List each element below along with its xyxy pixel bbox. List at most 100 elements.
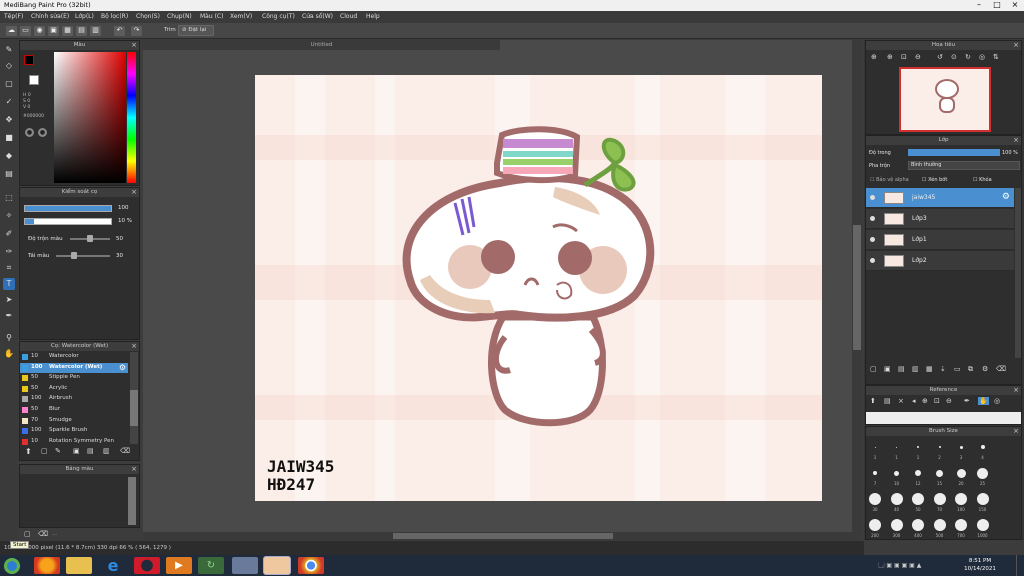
actual-size-icon[interactable]: ⊖ — [915, 53, 921, 61]
fit-icon[interactable]: ⊡ — [901, 53, 907, 61]
gear-icon[interactable]: ⚙ — [119, 363, 126, 372]
brush-size-dot[interactable] — [912, 493, 924, 505]
saturation-value-picker[interactable] — [54, 52, 126, 183]
clock-time[interactable]: 8:51 PM — [960, 558, 1000, 564]
start-button-icon[interactable] — [4, 558, 20, 574]
tray-icons[interactable]: 🗔 ▣ ▣ ▣ ▣ ▲ — [878, 561, 921, 571]
reset-button[interactable]: ⊘ Đặt lại — [178, 25, 214, 36]
brush-size-dot[interactable] — [980, 445, 985, 449]
layer-row[interactable]: jaiw345 ⚙ — [866, 188, 1014, 208]
layers-scrollbar[interactable] — [1015, 188, 1021, 358]
brush-list-item[interactable]: 100 Airbrush — [20, 394, 128, 404]
open-folder-icon[interactable]: ▤ — [884, 397, 891, 405]
zoom-in-icon[interactable]: ⊕ — [871, 53, 877, 61]
swap-icon[interactable]: ● — [38, 128, 47, 137]
fit-icon[interactable]: ⊡ — [934, 397, 940, 405]
zoom-in-icon[interactable]: ⊕ — [922, 397, 928, 405]
primary-color-swatch[interactable] — [24, 55, 34, 65]
brush-size-dot[interactable] — [955, 493, 967, 505]
brush-size-dot[interactable] — [917, 446, 919, 448]
brush-size-dot[interactable] — [894, 470, 899, 476]
hand-tool-icon[interactable]: ✋ — [3, 348, 15, 360]
panel-close-icon[interactable]: × — [1013, 136, 1019, 145]
bucket-tool-icon[interactable]: ◆ — [3, 150, 15, 162]
layer-menu-icon[interactable]: ⇣ — [940, 365, 946, 373]
chat-icon[interactable]: ◉ — [34, 26, 45, 36]
eraser-tool-icon[interactable]: ◇ — [3, 60, 15, 72]
tone-scrollbar[interactable] — [128, 477, 136, 525]
brush-size-dot[interactable] — [933, 519, 946, 531]
brush-list-item[interactable]: 50 Blur — [20, 405, 128, 415]
brush-size-dot[interactable] — [869, 519, 881, 531]
flip-vertical-icon[interactable]: ⇅ — [993, 53, 999, 61]
new-brush-icon[interactable]: ▢ — [41, 447, 48, 455]
move-tool-icon[interactable]: ✥ — [3, 114, 15, 126]
operation-tool-icon[interactable]: ➤ — [3, 294, 15, 306]
eyedropper-icon[interactable]: ⚲ — [3, 332, 15, 344]
medibang-icon[interactable] — [264, 557, 290, 574]
brush-list-item[interactable]: 10 Rotation Symmetry Pen — [20, 437, 128, 447]
menu-layer[interactable]: Lớp(L) — [75, 13, 94, 20]
brush-size-dot[interactable] — [956, 468, 966, 478]
brush-opacity-slider[interactable] — [24, 218, 112, 225]
zoom-out-icon[interactable]: ⊖ — [946, 397, 952, 405]
new-file-icon[interactable]: ▭ — [20, 26, 31, 36]
menu-edit[interactable]: Chỉnh sửa(E) — [31, 13, 69, 20]
fill-shape-icon[interactable]: ■ — [3, 132, 15, 144]
menu-cloud[interactable]: Cloud — [340, 13, 357, 20]
clock-date[interactable]: 10/14/2021 — [955, 566, 1005, 572]
text-tool-icon[interactable]: T — [3, 278, 15, 290]
panel-close-icon[interactable]: × — [1013, 427, 1019, 436]
firefox-icon[interactable] — [34, 557, 60, 574]
rotate-icon[interactable]: ◎ — [994, 397, 1000, 405]
brush-size-dot[interactable] — [912, 519, 924, 531]
brush-size-dot[interactable] — [874, 446, 876, 448]
duplicate-layer-icon[interactable]: ⧉ — [968, 365, 973, 374]
refill-slider[interactable] — [56, 255, 110, 257]
brush-size-dot[interactable] — [890, 493, 903, 505]
upload-brush-icon[interactable]: ⬆ — [25, 447, 32, 456]
delete-tone-icon[interactable]: ⌫ — [38, 530, 48, 538]
folder-layer-icon[interactable]: ▥ — [912, 365, 919, 373]
brush-list-item[interactable]: 50 Stipple Pen — [20, 373, 128, 383]
delete-brush-icon[interactable]: ⌫ — [120, 447, 130, 455]
layer-row[interactable]: Lớp1 — [866, 230, 1014, 250]
chrome-icon[interactable] — [298, 557, 324, 574]
media-player-icon[interactable]: ▶ — [166, 557, 192, 574]
brush-size-dot[interactable] — [955, 519, 967, 531]
tone-menu-icon[interactable]: … — [52, 531, 57, 537]
brush-size-dot[interactable] — [915, 470, 921, 476]
folder-icon[interactable]: ▤ — [87, 447, 94, 455]
close-reference-icon[interactable]: × — [898, 397, 904, 405]
brush-size-dot[interactable] — [976, 493, 989, 505]
clipping-checkbox[interactable]: ☐ Xén bớt — [922, 177, 947, 183]
pen-icon[interactable]: ✒ — [3, 310, 15, 322]
brush-list-item[interactable]: 100 Watercolor (Wet) ⚙ — [20, 362, 128, 373]
menu-filter[interactable]: Bộ lọc(R) — [101, 13, 128, 20]
panel-close-icon[interactable]: × — [1013, 41, 1019, 50]
trim-label[interactable]: Trim — [164, 27, 176, 33]
gear-icon[interactable]: ⚙ — [1002, 192, 1010, 202]
horizontal-scrollbar[interactable] — [143, 532, 852, 540]
drawing-canvas[interactable]: JAIW345 HĐ247 — [255, 75, 822, 501]
brush-size-dot[interactable] — [896, 446, 897, 448]
duplicate-brush-icon[interactable]: ▣ — [73, 447, 80, 455]
brush-tool-icon[interactable]: ✎ — [3, 44, 15, 56]
layer-row[interactable]: Lớp3 — [866, 209, 1014, 229]
undo-icon[interactable]: ↶ — [114, 26, 125, 36]
document-tab[interactable]: Untitled — [143, 40, 500, 50]
brush-list-scrollbar[interactable] — [130, 352, 138, 444]
minimize-button[interactable]: – — [970, 0, 988, 11]
eye-icon[interactable] — [870, 195, 875, 200]
flip-icon[interactable]: ◎ — [979, 53, 985, 61]
menu-capture[interactable]: Chụp(N) — [167, 13, 192, 20]
panel-icon[interactable]: ▥ — [90, 26, 101, 36]
brush-size-dot[interactable] — [869, 493, 881, 505]
select-pen-icon[interactable]: ✐ — [3, 228, 15, 240]
refill-slider-handle[interactable] — [71, 252, 77, 259]
delete-layer-icon[interactable]: ⌫ — [996, 365, 1006, 373]
brush-size-dot[interactable] — [873, 471, 877, 475]
frame-icon[interactable]: ▤ — [76, 26, 87, 36]
panel-close-icon[interactable]: × — [131, 188, 137, 197]
brush-folder-icon[interactable]: ▥ — [103, 447, 110, 455]
